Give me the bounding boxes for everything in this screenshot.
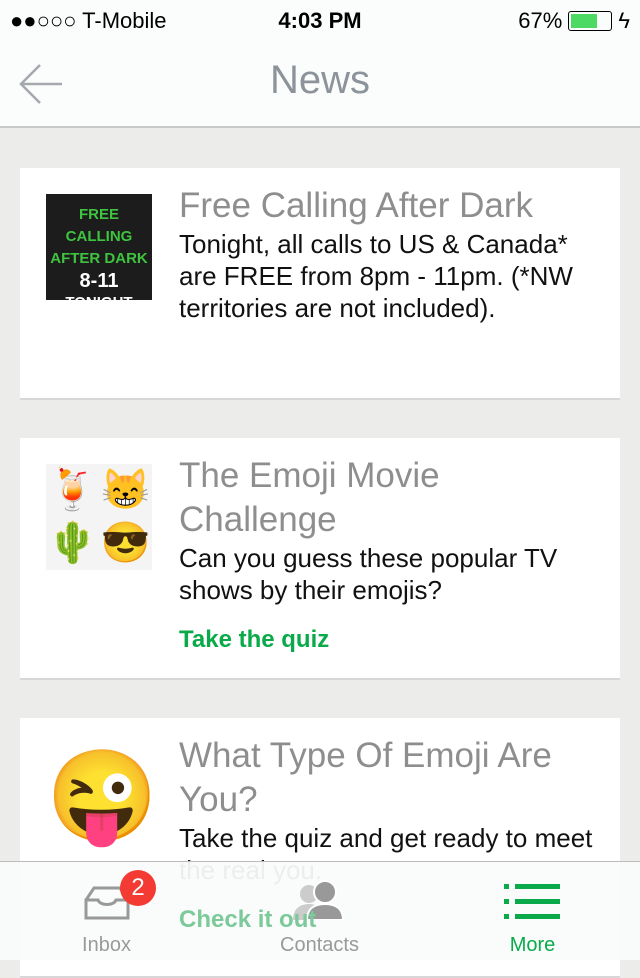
- tab-bar: 2 Inbox Contacts More: [0, 861, 640, 960]
- tab-label: More: [509, 934, 556, 956]
- check-it-out-link[interactable]: Check it out: [179, 898, 316, 942]
- news-card[interactable]: 🍹 😸 🌵 😎 The Emoji Movie Challenge Can you gu…: [20, 438, 620, 680]
- free-calling-image: FREE CALLING AFTER DARK 8-11 TONIGHT: [46, 194, 152, 311]
- card-title: Free Calling After Dark: [179, 186, 534, 225]
- list-icon: [504, 884, 560, 919]
- battery-icon: [568, 11, 613, 31]
- nav-bar: News: [0, 40, 640, 128]
- news-card[interactable]: FREE CALLING AFTER DARK 8-11 TONIGHT Free C…: [20, 168, 620, 400]
- card-text: Can you guess these popular TV shows by …: [179, 543, 558, 605]
- emoji-grid-image: 🍹 😸 🌵 😎: [46, 464, 152, 570]
- take-quiz-link[interactable]: Take the quiz: [179, 618, 600, 662]
- tab-more[interactable]: More: [426, 862, 639, 961]
- battery-percent: 67%: [518, 8, 563, 33]
- card-title: What Type Of Emoji Are You?: [179, 736, 552, 819]
- status-bar: ●●○○○ T-Mobile 4:03 PM 67% ϟ: [0, 0, 640, 40]
- card-text: Tonight, all calls to US & Canada* are F…: [179, 229, 573, 323]
- inbox-badge: 2: [120, 870, 156, 906]
- charging-icon: ϟ: [618, 8, 630, 33]
- card-title: The Emoji Movie Challenge: [179, 456, 440, 539]
- winking-emoji-image: 😜: [46, 747, 159, 847]
- page-title: News: [269, 58, 371, 102]
